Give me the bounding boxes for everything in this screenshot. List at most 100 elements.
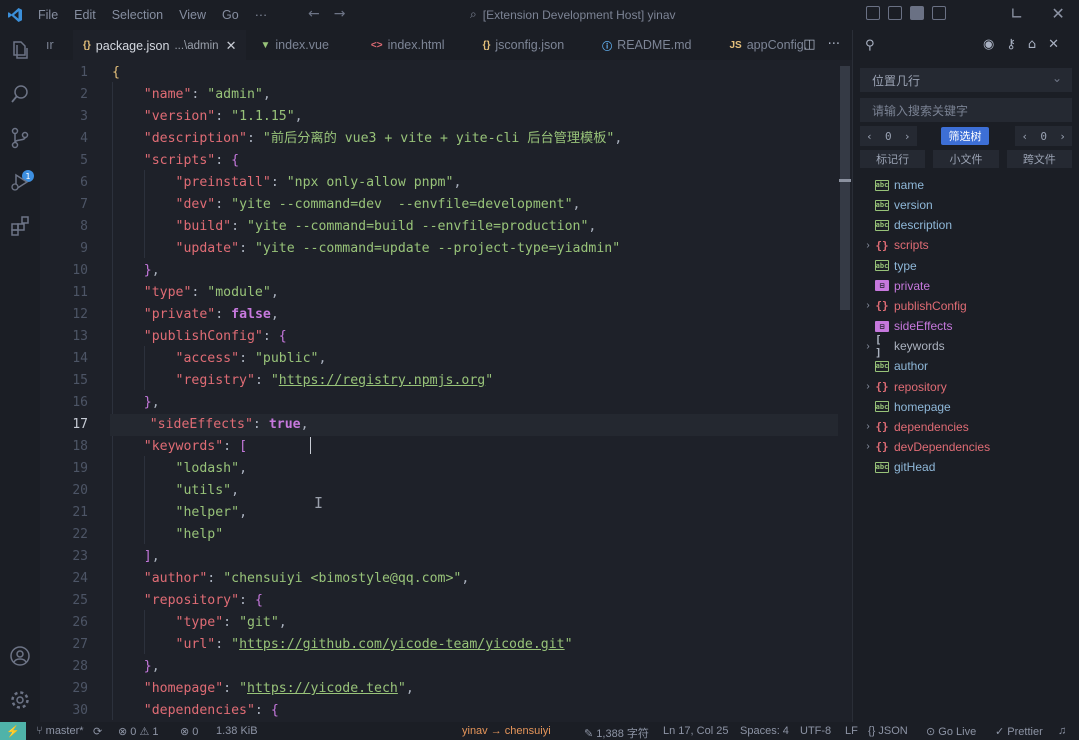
- chevron-right-icon[interactable]: ›: [861, 341, 875, 352]
- settings-gear-icon[interactable]: [8, 688, 32, 712]
- source-control-icon[interactable]: [8, 126, 32, 150]
- sync-icon[interactable]: ⟳: [93, 725, 102, 738]
- tree-item-description[interactable]: abc description: [853, 215, 1079, 235]
- menu-view[interactable]: View: [171, 8, 214, 22]
- search-input[interactable]: 请输入搜索关键字: [860, 98, 1072, 122]
- tab-jsconfig-json[interactable]: {} jsconfig.json: [455, 30, 575, 60]
- menu-edit[interactable]: Edit: [66, 8, 104, 22]
- line-number: 22: [72, 527, 88, 542]
- back-arrow-icon[interactable]: ←: [308, 6, 320, 22]
- ports-indicator[interactable]: ⊗ 0: [180, 725, 198, 738]
- tree-item-repository[interactable]: ›{} repository: [853, 377, 1079, 397]
- toggle-sidebar-icon[interactable]: [866, 6, 880, 20]
- homepage-link[interactable]: https://yicode.tech: [247, 681, 398, 696]
- code-editor[interactable]: 1 2 3 4 5 6 7 8 9 10 11 12 13 14 15 16 1…: [40, 60, 852, 722]
- menu-go[interactable]: Go: [214, 8, 247, 22]
- tree-item-author[interactable]: abc author: [853, 356, 1079, 376]
- extensions-icon[interactable]: [8, 214, 32, 238]
- tree-item-gitHead[interactable]: abc gitHead: [853, 457, 1079, 477]
- tab-readme-md[interactable]: ⓘ README.md: [574, 30, 701, 60]
- tree-item-scripts[interactable]: ›{} scripts: [853, 235, 1079, 255]
- tree-item-label: devDependencies: [894, 439, 991, 454]
- close-tab-icon[interactable]: ✕: [226, 38, 237, 54]
- chevron-right-icon[interactable]: ›: [861, 381, 875, 392]
- chevron-left-icon[interactable]: ‹: [866, 130, 873, 143]
- user-indicator[interactable]: yinav → chensuiyi: [462, 725, 551, 737]
- toggle-secondary-sidebar-icon[interactable]: [910, 6, 924, 20]
- code-line: },: [143, 659, 160, 674]
- remote-indicator-icon[interactable]: ⚡: [0, 722, 26, 740]
- go-live[interactable]: ⊙ Go Live: [926, 725, 976, 738]
- search-icon: ⌕: [470, 7, 477, 21]
- repository-link[interactable]: https://github.com/yicode-team/yicode.gi…: [239, 637, 565, 652]
- customize-layout-icon[interactable]: [932, 6, 946, 20]
- notifications-icon[interactable]: ♫: [1058, 725, 1066, 737]
- tree-item-private[interactable]: ⊟ private: [853, 276, 1079, 296]
- tab-scroll-hint[interactable]: ır: [40, 30, 73, 60]
- explorer-icon[interactable]: [8, 38, 32, 62]
- line-number: 3: [80, 109, 88, 124]
- menu-more[interactable]: ···: [247, 8, 276, 22]
- close-window-icon[interactable]: ✕: [1051, 4, 1064, 23]
- registry-link[interactable]: https://registry.npmjs.org: [279, 373, 485, 388]
- command-center[interactable]: ⌕ [Extension Development Host] yinav: [470, 7, 676, 22]
- chevron-right-icon[interactable]: ›: [861, 421, 875, 432]
- bool-type-icon: ⊟: [875, 320, 889, 332]
- cross-file-button[interactable]: 跨文件: [1006, 150, 1072, 168]
- code-line: "publishConfig": {: [143, 329, 287, 344]
- cursor-position[interactable]: Ln 17, Col 25: [663, 725, 728, 737]
- key-icon[interactable]: ⚷: [1006, 37, 1016, 52]
- tree-item-keywords[interactable]: ›[ ] keywords: [853, 333, 1079, 359]
- scrollbar-thumb[interactable]: [840, 66, 850, 310]
- menu-selection[interactable]: Selection: [104, 8, 171, 22]
- chevron-right-icon[interactable]: ›: [861, 300, 875, 311]
- level-stepper-right[interactable]: ‹ 0 ›: [1015, 126, 1073, 146]
- more-actions-icon[interactable]: ···: [828, 37, 840, 52]
- close-panel-icon[interactable]: ✕: [1048, 37, 1059, 52]
- tab-package-json[interactable]: {} package.json ...\admin ✕: [73, 30, 247, 60]
- pin-icon[interactable]: ⚲: [865, 38, 875, 53]
- code-line-current: "sideEffects": true,: [110, 414, 838, 436]
- small-file-button[interactable]: 小文件: [933, 150, 999, 168]
- menu-file[interactable]: File: [30, 8, 66, 22]
- minimize-icon[interactable]: ∟: [1010, 4, 1023, 23]
- line-number: 20: [72, 483, 88, 498]
- level-stepper-left[interactable]: ‹ 0 ›: [860, 126, 917, 146]
- split-editor-icon[interactable]: ◫: [803, 37, 815, 52]
- tab-index-html[interactable]: <> index.html: [339, 30, 455, 60]
- history-nav: ← →: [308, 6, 345, 22]
- eol[interactable]: LF: [845, 725, 858, 737]
- tree-item-devDependencies[interactable]: ›{} devDependencies: [853, 437, 1079, 457]
- location-select[interactable]: 位置几行 ⌄: [860, 68, 1072, 92]
- home-icon[interactable]: ⌂: [1028, 37, 1036, 52]
- tree-item-homepage[interactable]: abc homepage: [853, 397, 1079, 417]
- tree-item-dependencies[interactable]: ›{} dependencies: [853, 417, 1079, 437]
- mark-line-button[interactable]: 标记行: [860, 150, 926, 168]
- editor-scrollbar[interactable]: [839, 60, 851, 722]
- indentation[interactable]: Spaces: 4: [740, 725, 789, 737]
- chevron-right-icon[interactable]: ›: [861, 240, 875, 251]
- tree-item-publishConfig[interactable]: ›{} publishConfig: [853, 296, 1079, 316]
- encoding[interactable]: UTF-8: [800, 725, 831, 737]
- tree-item-type[interactable]: abc type: [853, 256, 1079, 276]
- run-debug-icon[interactable]: [8, 170, 32, 194]
- prettier-status[interactable]: ✓ Prettier: [995, 725, 1043, 738]
- toggle-panel-icon[interactable]: [888, 6, 902, 20]
- search-icon[interactable]: [8, 82, 32, 106]
- tree-item-name[interactable]: abc name: [853, 175, 1079, 195]
- tab-appconfig[interactable]: JS appConfig.: [702, 30, 808, 60]
- tab-index-vue[interactable]: ▼ index.vue: [246, 30, 338, 60]
- language-mode[interactable]: {} JSON: [868, 725, 908, 737]
- obj-type-icon: {}: [875, 299, 889, 313]
- account-icon[interactable]: [8, 644, 32, 668]
- filter-tree-button[interactable]: 筛选树: [940, 127, 990, 145]
- problems-indicator[interactable]: ⊗ 0 ⚠ 1: [118, 725, 158, 738]
- chevron-right-icon[interactable]: ›: [1059, 130, 1066, 143]
- account-circle-icon[interactable]: ◉: [983, 37, 994, 52]
- chevron-left-icon[interactable]: ‹: [1022, 130, 1029, 143]
- branch-indicator[interactable]: ⑂ master*: [36, 725, 84, 737]
- chevron-right-icon[interactable]: ›: [861, 441, 875, 452]
- forward-arrow-icon[interactable]: →: [334, 6, 346, 22]
- tree-item-version[interactable]: abc version: [853, 195, 1079, 215]
- chevron-right-icon[interactable]: ›: [904, 130, 911, 143]
